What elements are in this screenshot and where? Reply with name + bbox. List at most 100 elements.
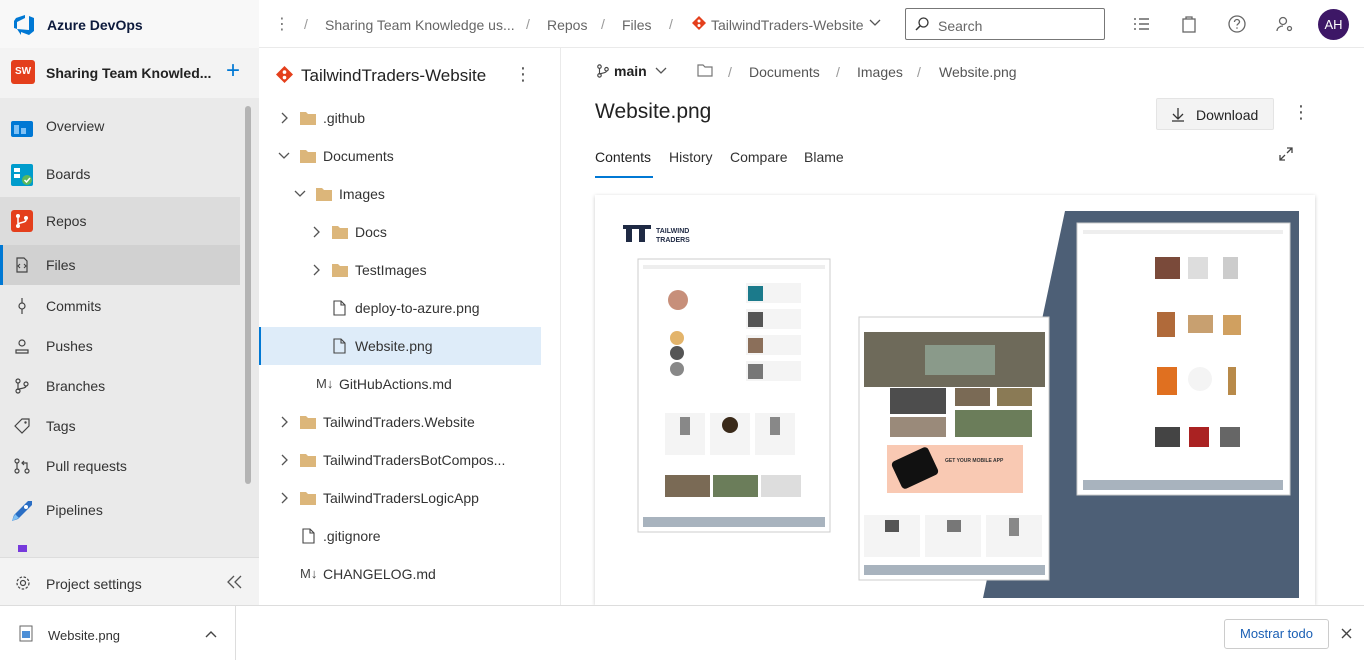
tree-file-changelog[interactable]: M↓ CHANGELOG.md: [259, 555, 541, 593]
image-file-icon: [19, 625, 33, 642]
boards-icon: [11, 164, 33, 186]
close-icon[interactable]: [1341, 628, 1352, 639]
tree-folder-tailwindtraders-website[interactable]: TailwindTraders.Website: [259, 403, 541, 441]
commit-icon: [18, 298, 26, 314]
tree-folder-github[interactable]: .github: [259, 99, 541, 137]
sidebar-item-branches[interactable]: Branches: [0, 366, 240, 406]
folder-icon: [332, 226, 348, 239]
user-settings-icon[interactable]: [1275, 14, 1295, 34]
azure-devops-logo-icon[interactable]: [12, 13, 36, 37]
path-documents[interactable]: Documents: [749, 64, 820, 80]
tree-item-label: TailwindTradersLogicApp: [323, 490, 479, 506]
chevron-right-icon[interactable]: [312, 226, 322, 238]
project-badge: SW: [11, 60, 35, 84]
sidebar-item-pull-requests[interactable]: Pull requests: [0, 446, 240, 486]
sidebar-item-label: Branches: [46, 378, 106, 394]
tree-folder-documents[interactable]: Documents: [259, 137, 541, 175]
fullscreen-icon[interactable]: [1278, 146, 1294, 162]
test-plans-icon[interactable]: [18, 545, 27, 552]
sidebar-scrollbar[interactable]: [245, 106, 251, 484]
tree-file-website[interactable]: Website.png: [259, 327, 541, 365]
chevron-right-icon[interactable]: [280, 454, 290, 466]
sidebar-item-pipelines[interactable]: Pipelines: [0, 490, 240, 530]
file-more-icon[interactable]: ⋮: [1292, 102, 1310, 123]
project-header[interactable]: SW Sharing Team Knowled... +: [0, 48, 259, 98]
folder-icon: [300, 492, 316, 505]
sidebar-item-label: Repos: [46, 213, 87, 229]
tab-compare[interactable]: Compare: [730, 149, 788, 165]
overview-icon: [11, 121, 33, 137]
markdown-icon: M↓: [300, 566, 318, 581]
path-separator: /: [728, 64, 732, 80]
tree-item-label: GitHubActions.md: [339, 376, 452, 392]
breadcrumb-project[interactable]: Sharing Team Knowledge us...: [325, 17, 515, 33]
chevron-down-icon[interactable]: [655, 67, 667, 75]
tree-file-githubactions[interactable]: M↓ GitHubActions.md: [259, 365, 541, 403]
project-settings-link[interactable]: Project settings: [46, 576, 142, 592]
repo-name[interactable]: TailwindTraders-Website: [301, 66, 486, 86]
folder-outline-icon[interactable]: [697, 64, 713, 77]
sidebar-item-tags[interactable]: Tags: [0, 406, 240, 446]
tree-file-deploy-to-azure[interactable]: deploy-to-azure.png: [259, 289, 541, 327]
pipelines-icon: [12, 501, 32, 521]
sidebar-item-commits[interactable]: Commits: [0, 286, 240, 326]
help-icon[interactable]: [1227, 14, 1247, 34]
chevron-down-icon[interactable]: [869, 19, 881, 27]
files-icon: [16, 257, 28, 273]
breadcrumb-repo[interactable]: TailwindTraders-Website: [711, 17, 864, 33]
downloaded-file-name[interactable]: Website.png: [48, 628, 120, 643]
marketplace-bag-icon[interactable]: [1179, 14, 1199, 34]
show-all-button[interactable]: Mostrar todo: [1224, 619, 1329, 649]
tree-item-label: Documents: [323, 148, 394, 164]
breadcrumb-separator: /: [526, 16, 530, 32]
sidebar-item-label: Pull requests: [46, 458, 127, 474]
sidebar-item-files[interactable]: Files: [0, 245, 240, 285]
breadcrumb-files[interactable]: Files: [622, 17, 652, 33]
tree-folder-docs[interactable]: Docs: [259, 213, 541, 251]
chevron-down-icon[interactable]: [278, 151, 290, 161]
repo-more-icon[interactable]: ⋮: [514, 64, 532, 85]
download-button[interactable]: Download: [1156, 98, 1274, 130]
tab-contents[interactable]: Contents: [595, 149, 651, 165]
path-website[interactable]: Website.png: [939, 64, 1017, 80]
task-list-icon[interactable]: [1131, 14, 1151, 34]
sidebar-item-label: Tags: [46, 418, 76, 434]
chevron-right-icon[interactable]: [280, 112, 290, 124]
tree-file-gitignore[interactable]: .gitignore: [259, 517, 541, 555]
sidebar-item-pushes[interactable]: Pushes: [0, 326, 240, 366]
branch-selector[interactable]: main: [614, 63, 647, 79]
chevron-right-icon[interactable]: [312, 264, 322, 276]
chevron-right-icon[interactable]: [280, 492, 290, 504]
collapse-sidebar-icon[interactable]: [226, 575, 243, 589]
sidebar-item-label: Commits: [46, 298, 102, 314]
file-icon: [333, 338, 346, 354]
sidebar-item-overview[interactable]: Overview: [0, 106, 240, 146]
chevron-up-icon[interactable]: [205, 630, 217, 638]
gear-icon[interactable]: [15, 575, 31, 591]
breadcrumb-separator: /: [601, 16, 605, 32]
tab-history[interactable]: History: [669, 149, 713, 165]
more-actions-icon[interactable]: ⋮: [274, 14, 290, 34]
tree-folder-logicapp[interactable]: TailwindTradersLogicApp: [259, 479, 541, 517]
folder-icon: [300, 454, 316, 467]
repos-icon: [11, 210, 33, 232]
breadcrumb-repos[interactable]: Repos: [547, 17, 587, 33]
sidebar-item-boards[interactable]: Boards: [0, 154, 240, 194]
tree-folder-images[interactable]: Images: [259, 175, 541, 213]
sidebar-item-repos[interactable]: Repos: [0, 197, 240, 245]
app-name[interactable]: Azure DevOps: [47, 17, 143, 33]
tree-folder-botcompos[interactable]: TailwindTradersBotCompos...: [259, 441, 541, 479]
add-icon[interactable]: +: [226, 57, 240, 85]
search-input[interactable]: Search: [905, 8, 1105, 40]
folder-icon: [300, 112, 316, 125]
avatar[interactable]: AH: [1318, 9, 1349, 40]
tab-blame[interactable]: Blame: [804, 149, 844, 165]
chevron-right-icon[interactable]: [280, 416, 290, 428]
markdown-icon: M↓: [316, 376, 334, 391]
path-images[interactable]: Images: [857, 64, 903, 80]
tree-folder-testimages[interactable]: TestImages: [259, 251, 541, 289]
chevron-down-icon[interactable]: [294, 189, 306, 199]
breadcrumb-separator: /: [669, 16, 673, 32]
project-name[interactable]: Sharing Team Knowled...: [46, 65, 216, 81]
pull-request-icon: [14, 458, 30, 474]
